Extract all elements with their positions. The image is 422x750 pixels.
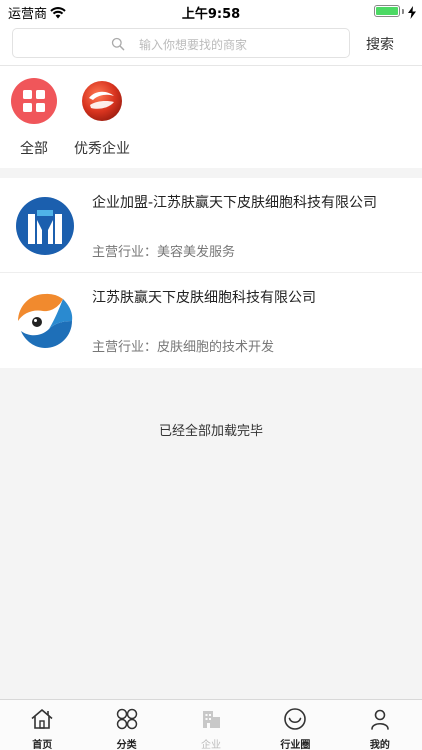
- company-title: 企业加盟-江苏肤赢天下皮肤细胞科技有限公司: [92, 195, 378, 211]
- tab-category[interactable]: 分类: [84, 700, 168, 750]
- all-loaded-message: 已经全部加载完毕: [158, 424, 263, 439]
- company-logo-icon: [79, 78, 125, 124]
- category-row: 全部 优秀企业: [0, 66, 422, 168]
- tab-company[interactable]: 企业: [169, 700, 253, 750]
- category-icon: [115, 707, 139, 731]
- category-all-label: 全部: [20, 141, 48, 157]
- building-icon: [199, 707, 223, 731]
- tab-mine-label: 我的: [369, 740, 390, 750]
- tab-mine[interactable]: 我的: [338, 700, 422, 750]
- search-bar: 输入你想要找的商家 搜索: [0, 22, 422, 66]
- tab-company-label: 企业: [201, 740, 222, 750]
- search-icon: [111, 36, 125, 55]
- tab-home[interactable]: 首页: [0, 700, 84, 750]
- home-icon: [30, 707, 54, 731]
- orange-blue-swirl-logo: [15, 291, 75, 351]
- clock: 上午9:58: [181, 7, 241, 22]
- search-placeholder: 输入你想要找的商家: [139, 38, 248, 52]
- blue-building-logo: [15, 196, 75, 256]
- search-input[interactable]: 输入你想要找的商家: [12, 28, 350, 58]
- tab-industry-label: 行业圈: [280, 740, 311, 750]
- battery-cap: [402, 9, 404, 14]
- category-top-label: 优秀企业: [74, 141, 130, 157]
- company-industry: 主营行业：皮肤细胞的技术开发: [92, 340, 275, 355]
- category-top-companies[interactable]: 优秀企业: [70, 78, 134, 158]
- tab-category-label: 分类: [116, 740, 137, 750]
- battery-icon: [374, 5, 400, 17]
- smile-icon: [283, 707, 307, 731]
- category-all[interactable]: 全部: [2, 78, 66, 158]
- user-icon: [368, 707, 392, 731]
- search-button[interactable]: 搜索: [366, 34, 394, 54]
- charging-icon: [408, 4, 416, 23]
- company-industry: 主营行业：美容美发服务: [92, 245, 236, 260]
- status-bar: 运营商 上午9:58: [0, 0, 422, 22]
- tab-home-label: 首页: [32, 740, 53, 750]
- list-item[interactable]: 企业加盟-江苏肤赢天下皮肤细胞科技有限公司 主营行业：美容美发服务: [0, 178, 422, 273]
- tab-industry[interactable]: 行业圈: [253, 700, 337, 750]
- company-list: 企业加盟-江苏肤赢天下皮肤细胞科技有限公司 主营行业：美容美发服务 江苏肤赢天下…: [0, 178, 422, 368]
- grid-icon: [11, 78, 57, 124]
- tab-bar: 首页 分类 企业 行业圈 我的: [0, 699, 422, 750]
- company-title: 江苏肤赢天下皮肤细胞科技有限公司: [92, 290, 316, 306]
- list-item[interactable]: 江苏肤赢天下皮肤细胞科技有限公司 主营行业：皮肤细胞的技术开发: [0, 273, 422, 368]
